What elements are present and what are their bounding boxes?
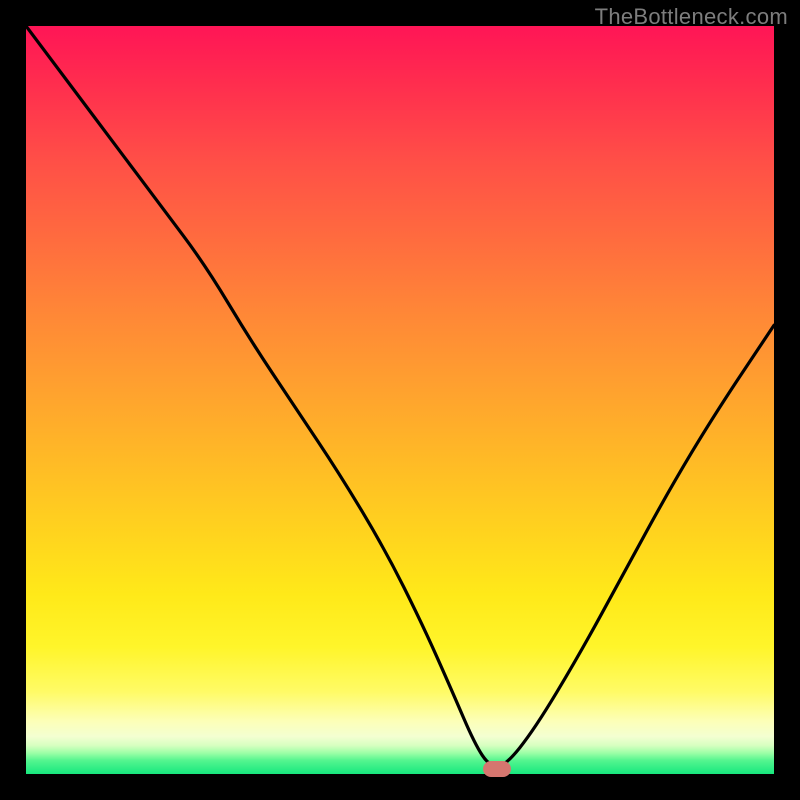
plot-area — [26, 26, 774, 774]
optimal-marker — [483, 761, 511, 777]
watermark-text: TheBottleneck.com — [595, 4, 788, 30]
bottleneck-curve — [26, 26, 774, 774]
chart-frame: TheBottleneck.com — [0, 0, 800, 800]
